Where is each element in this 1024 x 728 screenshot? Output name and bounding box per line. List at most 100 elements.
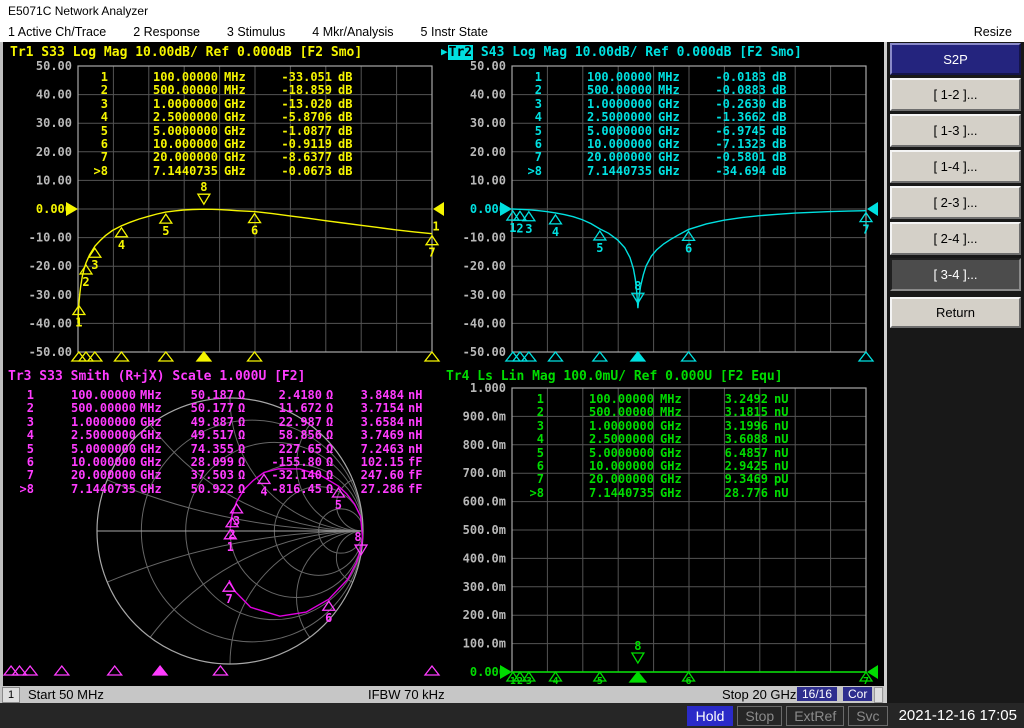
svg-text:10.00: 10.00 (470, 173, 506, 187)
menu-resize[interactable]: Resize (974, 25, 1012, 39)
tr2-header-rest: S43 Log Mag 10.00dB/ Ref 0.000dB [F2 Smo… (473, 45, 802, 60)
svg-text:4: 4 (118, 238, 125, 252)
tr4-marker-row: >87.1440735GHz28.776nU (520, 487, 804, 500)
svg-text:3: 3 (525, 222, 532, 236)
svg-text:5: 5 (597, 676, 603, 686)
softkey-3-4-active[interactable]: [ 3-4 ]... (890, 258, 1021, 291)
svc-indicator: Svc (848, 706, 887, 726)
tr1-marker-table: 1100.00000MHz-33.051dB2500.00000MHz-18.8… (84, 71, 368, 178)
softkey-1-2[interactable]: [ 1-2 ]... (890, 78, 1021, 111)
svg-text:2: 2 (228, 528, 235, 542)
svg-text:8: 8 (634, 639, 641, 653)
svg-text:-30.00: -30.00 (463, 288, 506, 302)
tr4-marker-row: 720.000000GHz9.3469pU (520, 473, 804, 486)
svg-text:4: 4 (552, 225, 559, 239)
svg-text:3: 3 (91, 258, 98, 272)
svg-text:700.0m: 700.0m (463, 466, 506, 480)
tr1-marker-row: 2500.00000MHz-18.859dB (84, 84, 368, 97)
svg-text:4: 4 (552, 676, 558, 686)
tr1-marker-row: 1100.00000MHz-33.051dB (84, 71, 368, 84)
tr4-marker-row: 42.5000000GHz3.6088nU (520, 433, 804, 446)
svg-text:5: 5 (335, 498, 342, 512)
svg-text:600.0m: 600.0m (463, 495, 506, 509)
menu-mkr-analysis[interactable]: 4 Mkr/Analysis (312, 25, 393, 39)
svg-text:2: 2 (82, 275, 89, 289)
instrument-screen: 50.0040.0030.0020.0010.000.000-10.00-20.… (0, 42, 884, 686)
svg-text:6: 6 (251, 224, 258, 238)
tr1-marker-row: 55.0000000GHz-1.0877dB (84, 125, 368, 138)
svg-text:30.00: 30.00 (36, 116, 72, 130)
hold-indicator: Hold (687, 706, 734, 726)
svg-text:2: 2 (517, 676, 523, 686)
softkey-header-s2p: S2P (890, 43, 1021, 75)
menu-instr-state[interactable]: 5 Instr State (421, 25, 488, 39)
svg-text:3: 3 (233, 514, 240, 528)
tr2-marker-row: 1100.00000MHz-0.0183dB (518, 71, 802, 84)
svg-text:8: 8 (354, 530, 361, 544)
tr3-marker-row: 1100.00000MHz50.187Ω2.4180Ω3.8484nH (10, 389, 432, 402)
status-bar: 1 Start 50 MHz IFBW 70 kHz Stop 20 GHz 1… (0, 686, 884, 703)
tr2-header: ▶Tr2 S43 Log Mag 10.00dB/ Ref 0.000dB [F… (441, 45, 802, 60)
svg-text:100.0m: 100.0m (463, 637, 506, 651)
stop-frequency-label: Stop 20 GHz (722, 687, 796, 702)
tr4-marker-row: 1100.00000MHz3.2492nU (520, 393, 804, 406)
tr2-marker-row: >87.1440735GHz-34.694dB (518, 165, 802, 178)
tr2-marker-row: 55.0000000GHz-6.9745dB (518, 125, 802, 138)
softkey-1-3[interactable]: [ 1-3 ]... (890, 114, 1021, 147)
svg-text:-10.00: -10.00 (463, 231, 506, 245)
svg-text:-10.00: -10.00 (29, 231, 72, 245)
softkey-sidebar: S2P [ 1-2 ]... [ 1-3 ]... [ 1-4 ]... [ 2… (884, 42, 1024, 703)
menu-response[interactable]: 2 Response (133, 25, 200, 39)
tr3-marker-row: 42.5000000GHz49.517Ω58.856Ω3.7469nH (10, 429, 432, 442)
tr4-marker-row: 2500.00000MHz3.1815nU (520, 406, 804, 419)
svg-text:-20.00: -20.00 (463, 259, 506, 273)
datetime-display: 2021-12-16 17:05 (895, 707, 1021, 724)
tr3-marker-table: 1100.00000MHz50.187Ω2.4180Ω3.8484nH2500.… (10, 389, 432, 496)
svg-text:5: 5 (162, 224, 169, 238)
menu-active-ch-trace[interactable]: 1 Active Ch/Trace (8, 25, 106, 39)
tr2-marker-row: 31.0000000GHz-0.2630dB (518, 98, 802, 111)
svg-text:-50.00: -50.00 (29, 345, 72, 359)
tr3-marker-row: 55.0000000GHz74.355Ω227.65Ω7.2463nH (10, 443, 432, 456)
svg-text:800.0m: 800.0m (463, 438, 506, 452)
svg-text:40.00: 40.00 (36, 88, 72, 102)
tr4-marker-row: 55.0000000GHz6.4857nU (520, 447, 804, 460)
tr4-marker-row: 31.0000000GHz3.1996nU (520, 420, 804, 433)
softkey-return[interactable]: Return (890, 297, 1021, 328)
tr3-marker-row: 31.0000000GHz49.887Ω22.987Ω3.6584nH (10, 416, 432, 429)
tr3-header: Tr3 S33 Smith (R+jX) Scale 1.000U [F2] (8, 369, 305, 384)
svg-text:1: 1 (432, 220, 439, 234)
svg-text:7: 7 (862, 223, 869, 237)
tr2-marker-row: 720.000000GHz-0.5801dB (518, 151, 802, 164)
menu-stimulus[interactable]: 3 Stimulus (227, 25, 285, 39)
svg-text:6: 6 (685, 241, 692, 255)
svg-text:-20.00: -20.00 (29, 259, 72, 273)
svg-text:50.00: 50.00 (36, 59, 72, 73)
svg-text:6: 6 (686, 676, 692, 686)
tr3-marker-row: 610.000000GHz28.099Ω-155.80Ω102.15fF (10, 456, 432, 469)
svg-text:200.0m: 200.0m (463, 608, 506, 622)
tr4-header: Tr4 Ls Lin Mag 100.0mU/ Ref 0.000U [F2 E… (446, 369, 783, 384)
tr3-marker-row: >87.1440735GHz50.922Ω-816.45Ω27.286fF (10, 483, 432, 496)
svg-text:-30.00: -30.00 (29, 288, 72, 302)
svg-text:7: 7 (428, 246, 435, 260)
svg-text:3: 3 (526, 676, 532, 686)
svg-text:30.00: 30.00 (470, 116, 506, 130)
svg-text:2: 2 (516, 221, 523, 235)
active-trace-arrow-icon: ▶ (441, 45, 448, 58)
tr2-marker-table: 1100.00000MHz-0.0183dB2500.00000MHz-0.08… (518, 71, 802, 178)
svg-text:20.00: 20.00 (36, 145, 72, 159)
tr2-marker-row: 610.000000GHz-7.1323dB (518, 138, 802, 151)
tr1-marker-row: 31.0000000GHz-13.020dB (84, 98, 368, 111)
svg-text:-40.00: -40.00 (29, 316, 72, 330)
status-spacer-box (874, 687, 883, 703)
extref-indicator: ExtRef (786, 706, 844, 726)
softkey-2-3[interactable]: [ 2-3 ]... (890, 186, 1021, 219)
tr1-header: Tr1 S33 Log Mag 10.00dB/ Ref 0.000dB [F2… (10, 45, 362, 60)
tr4-marker-row: 610.000000GHz2.9425nU (520, 460, 804, 473)
svg-text:-40.00: -40.00 (463, 316, 506, 330)
svg-text:1: 1 (75, 316, 82, 330)
tr2-active-label: Tr2 (448, 45, 473, 60)
softkey-2-4[interactable]: [ 2-4 ]... (890, 222, 1021, 255)
softkey-1-4[interactable]: [ 1-4 ]... (890, 150, 1021, 183)
